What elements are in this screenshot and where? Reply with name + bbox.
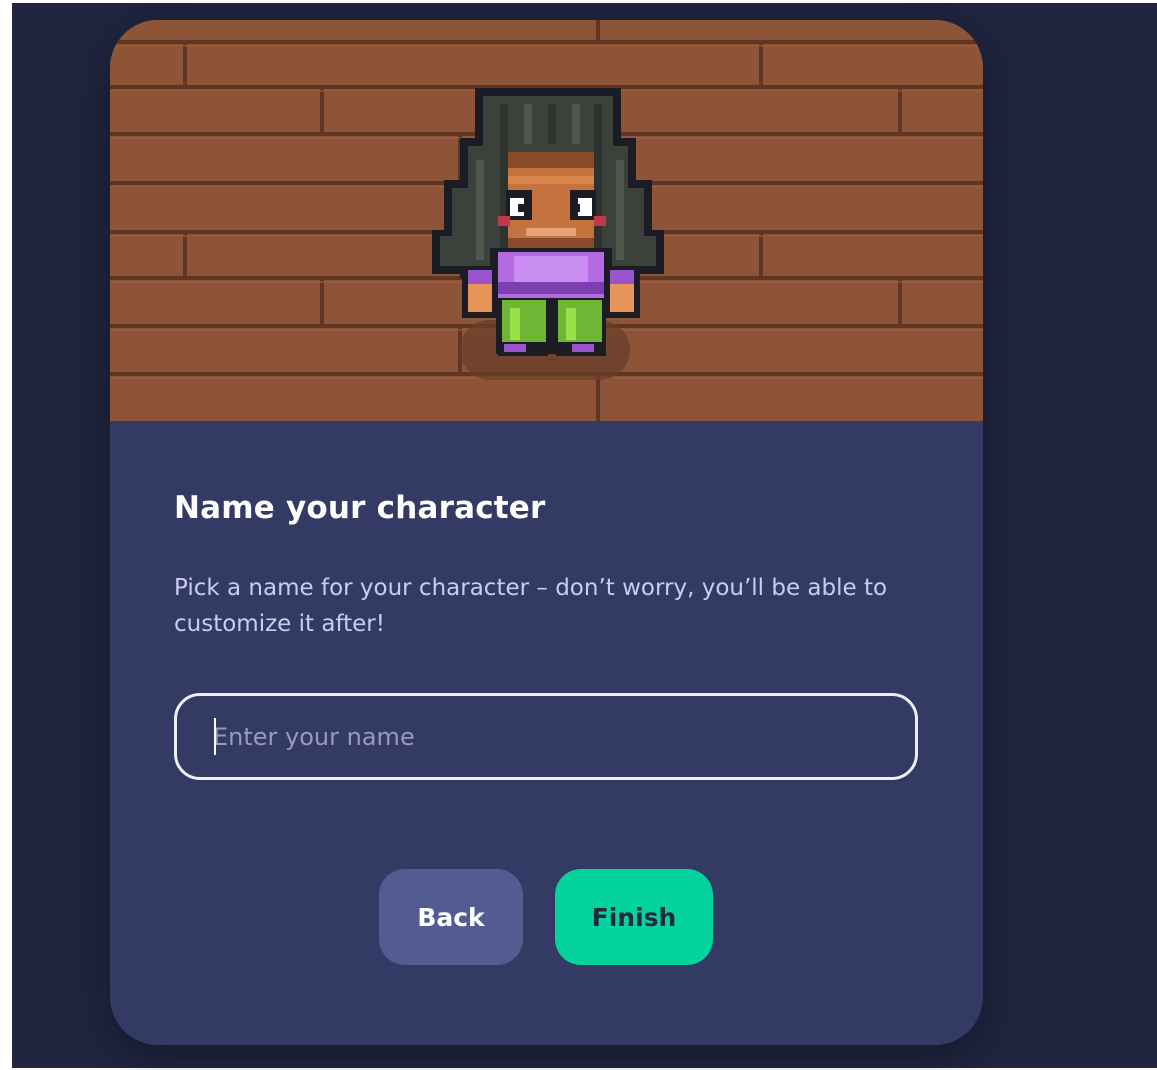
dialog-title: Name your character bbox=[174, 490, 546, 526]
text-caret bbox=[214, 718, 216, 755]
finish-button[interactable]: Finish bbox=[555, 869, 713, 965]
dialog-description: Pick a name for your character – don’t w… bbox=[174, 575, 888, 637]
character-name-input[interactable] bbox=[174, 693, 918, 780]
character-preview bbox=[110, 20, 983, 421]
name-character-dialog: Name your character Pick a name for your… bbox=[110, 20, 983, 1045]
back-button[interactable]: Back bbox=[379, 869, 523, 965]
